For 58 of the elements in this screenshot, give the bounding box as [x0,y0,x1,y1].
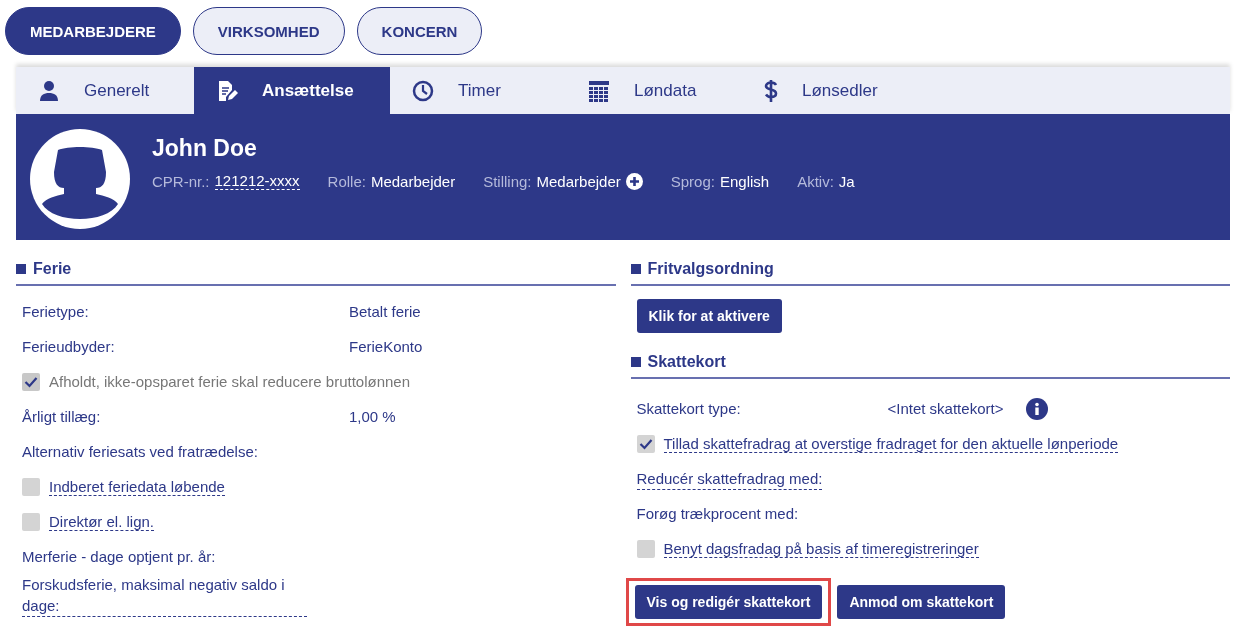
field-value: FerieKonto [349,338,423,355]
tab[interactable]: Generelt [16,67,194,114]
field-label: Årligt tillæg: [22,408,102,425]
square-bullet-icon [630,357,641,367]
employee-name: John Doe [152,135,258,162]
field-value: <Intet skattekort> [887,400,1004,417]
clock-icon [412,79,434,102]
field-label: Alternativ feriesats ved fratrædelse: [22,442,258,462]
field-label: Merferie - dage optjent pr. år: [22,547,216,567]
checkbox-label: Direktør el. lign. [49,512,155,531]
checkbox-label: Tillad skattefradrag at overstige fradraget for den aktuelle lønperiode [663,434,1119,453]
fact-value: Medarbejder [370,172,456,190]
fact-value: 121212-xxxx [214,172,300,190]
avatar-icon [28,127,132,231]
grid-icon [588,79,610,102]
plus-circle-icon[interactable] [625,172,643,190]
checkbox[interactable] [636,434,655,453]
activate-button[interactable]: Klik for at aktivere [636,298,782,333]
info-icon[interactable] [1026,397,1049,420]
fact-label: Stilling: [483,172,532,190]
fact-value: Ja [838,172,855,190]
fact-label: CPR-nr.: [152,172,210,190]
field-value: 1,00 % [349,408,396,425]
tab[interactable]: Løndata [566,67,742,114]
scope-tab[interactable]: MEDARBEJDERE [5,7,181,55]
scope-tab[interactable]: KONCERN [356,7,483,55]
fact-value: Medarbejder [536,172,621,190]
field-value: Betalt ferie [349,303,421,320]
checkbox-label: Indberet feriedata løbende [49,477,225,496]
field-label: Skattekort type: [636,400,742,417]
dollar-icon [764,78,778,103]
tab[interactable]: Timer [390,67,566,114]
field-label: Forskudsferie, maksimal negativ saldo i dage: [22,574,307,617]
section-title: Ferie [33,260,72,278]
fact-label: Sprog: [670,172,715,190]
tax-card-button[interactable]: Anmod om skattekort [837,585,1006,619]
checkbox-label: Afholdt, ikke-opsparet ferie skal reducere bruttolønnen [49,373,411,390]
field-label: Ferieudbyder: [22,338,116,355]
checkbox[interactable] [22,477,40,496]
fact-label: Aktiv: [797,172,834,190]
section-title: Skattekort [647,353,726,371]
square-bullet-icon [630,264,641,274]
tab[interactable]: Ansættelse [194,67,390,114]
checkbox[interactable] [636,539,655,558]
tax-card-button[interactable]: Vis og redigér skattekort [634,585,823,619]
field-label: Forøg trækprocent med: [636,504,799,524]
field-label: Ferietype: [22,303,90,320]
section-title: Fritvalgsordning [647,260,774,278]
checkbox-label: Benyt dagsfradag på basis af timeregistreringer [663,539,979,558]
square-bullet-icon [16,264,26,274]
person-icon [38,79,60,102]
field-label: Reducér skattefradrag med: [636,467,823,490]
fact-label: Rolle: [327,172,366,190]
scope-tab[interactable]: VIRKSOMHED [192,7,345,55]
fact-value: English [719,172,770,190]
checkbox[interactable] [22,512,40,531]
document-edit-icon [216,79,238,102]
tab[interactable]: Lønsedler [742,67,920,114]
